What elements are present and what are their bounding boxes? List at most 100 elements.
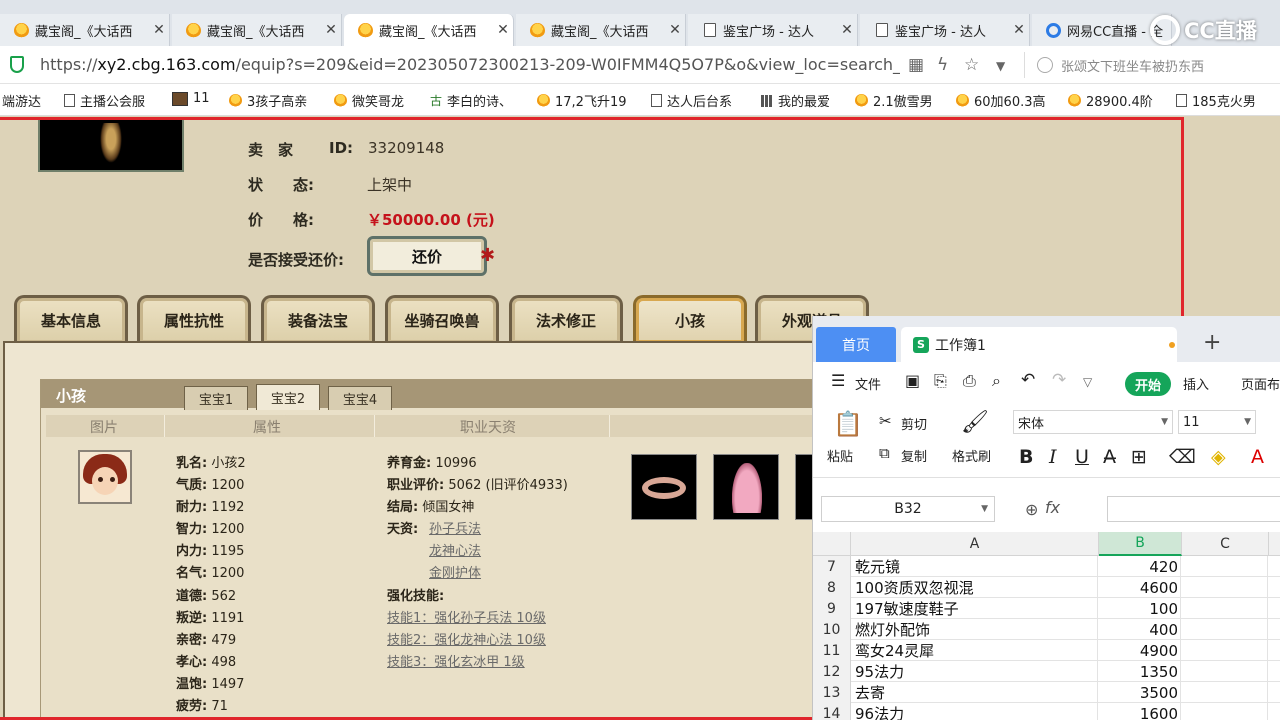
talent-link[interactable]: 孙子兵法 <box>429 518 481 537</box>
talent-link[interactable]: 龙神心法 <box>429 540 481 559</box>
zoom-search-icon[interactable]: ⊕ <box>1025 500 1038 519</box>
print-icon[interactable]: ⎙ <box>963 371 976 391</box>
print-preview-icon[interactable]: ⌕ <box>992 371 1001 391</box>
save-icon[interactable]: ▣ <box>905 371 920 390</box>
cell-b[interactable]: 1350 <box>1099 661 1181 682</box>
tab-child[interactable]: 小孩 <box>633 295 747 343</box>
tab-close-icon[interactable]: ✕ <box>321 22 341 38</box>
erase-icon[interactable]: ⌫ <box>1169 446 1196 468</box>
cell-b[interactable]: 3500 <box>1099 682 1181 703</box>
cut-button[interactable]: 剪切 <box>901 414 927 433</box>
subtab-baby2[interactable]: 宝宝2 <box>256 384 320 410</box>
italic-button[interactable]: I <box>1049 446 1057 468</box>
menu-page-layout[interactable]: 页面布 <box>1241 374 1280 393</box>
bookmark-item[interactable]: 主播公会服 <box>64 91 145 110</box>
tab-spells[interactable]: 法术修正 <box>509 295 623 343</box>
cell-b[interactable]: 400 <box>1099 619 1181 640</box>
cell-c[interactable] <box>1182 640 1268 661</box>
tab-basic-info[interactable]: 基本信息 <box>14 295 128 343</box>
bookmark-item[interactable]: 端游达 <box>2 91 41 110</box>
qr-code-icon[interactable]: ▦ <box>908 55 924 75</box>
cell-b[interactable]: 1600 <box>1099 703 1181 720</box>
bold-button[interactable]: B <box>1019 446 1033 468</box>
formula-bar-input[interactable] <box>1107 496 1280 522</box>
talent-link[interactable]: 金刚护体 <box>429 562 481 581</box>
browser-tab[interactable]: 藏宝阁_《大话西 ✕ <box>516 14 686 46</box>
cell-a[interactable]: 去寄 <box>853 682 1098 703</box>
font-family-select[interactable]: 宋体 ▼ <box>1013 410 1173 434</box>
browser-tab[interactable]: 藏宝阁_《大话西 ✕ <box>172 14 342 46</box>
bookmark-item[interactable]: 3孩子高亲 <box>229 91 307 110</box>
bookmark-item[interactable]: 微笑哥龙 <box>334 91 404 110</box>
column-header-c[interactable]: C <box>1182 532 1269 556</box>
row-number[interactable]: 14 <box>813 703 851 720</box>
cell-a[interactable]: 鸾女24灵犀 <box>853 640 1098 661</box>
cell-c[interactable] <box>1182 577 1268 598</box>
select-all-corner[interactable] <box>813 532 851 556</box>
url-field[interactable]: https://xy2.cbg.163.com/equip?s=209&eid=… <box>40 55 900 74</box>
cell-a[interactable]: 95法力 <box>853 661 1098 682</box>
tab-mounts[interactable]: 坐骑召唤兽 <box>385 295 499 343</box>
undo-icon[interactable]: ↶ <box>1021 370 1035 390</box>
bookmark-item[interactable]: 28900.4阶 <box>1068 91 1153 110</box>
enhance-skill-link[interactable]: 技能3：强化玄冰甲 1级 <box>387 651 525 670</box>
browser-tab[interactable]: 鉴宝广场 - 达人 ✕ <box>860 14 1030 46</box>
cell-b[interactable]: 100 <box>1099 598 1181 619</box>
lightning-icon[interactable]: ϟ <box>937 55 948 75</box>
export-pdf-icon[interactable]: ⎘ <box>934 371 947 391</box>
font-color-icon[interactable]: A <box>1251 446 1264 468</box>
strikethrough-icon[interactable]: A̶ <box>1103 446 1116 468</box>
bookmark-item[interactable]: 185克火男 <box>1176 91 1256 110</box>
tab-close-icon[interactable]: ✕ <box>493 22 513 38</box>
browser-tab-active[interactable]: 藏宝阁_《大话西 ✕ <box>344 14 514 46</box>
row-number[interactable]: 10 <box>813 619 851 640</box>
cell-a[interactable]: 乾元镜 <box>853 556 1098 577</box>
font-size-select[interactable]: 11 ▼ <box>1178 410 1256 434</box>
row-number[interactable]: 13 <box>813 682 851 703</box>
row-number[interactable]: 7 <box>813 556 851 577</box>
secure-shield-icon[interactable] <box>10 56 24 73</box>
cell-a[interactable]: 96法力 <box>853 703 1098 720</box>
borders-icon[interactable]: ⊞ <box>1131 446 1147 468</box>
cell-a[interactable]: 燃灯外配饰 <box>853 619 1098 640</box>
subtab-baby4[interactable]: 宝宝4 <box>328 386 392 410</box>
bookmark-item[interactable]: 17,2飞升19 <box>537 91 627 110</box>
menu-insert[interactable]: 插入 <box>1183 374 1209 393</box>
menu-start[interactable]: 开始 <box>1125 372 1171 396</box>
cell-c[interactable] <box>1182 703 1268 720</box>
format-painter-button[interactable]: 格式刷 <box>952 446 991 465</box>
cell-c[interactable] <box>1182 598 1268 619</box>
star-bookmark-icon[interactable]: ☆ <box>964 55 979 75</box>
bookmark-item[interactable]: 2.1傲雪男 <box>855 91 933 110</box>
row-number[interactable]: 12 <box>813 661 851 682</box>
item-image-wreath[interactable] <box>631 454 697 520</box>
copy-button[interactable]: 复制 <box>901 446 927 465</box>
wps-home-tab[interactable]: 首页 <box>816 327 896 362</box>
tab-close-icon[interactable]: ✕ <box>837 22 857 38</box>
bookmark-item[interactable]: 11 <box>172 91 210 106</box>
column-header-a[interactable]: A <box>851 532 1099 556</box>
counter-offer-button[interactable]: 还价 <box>367 236 487 276</box>
subtab-baby1[interactable]: 宝宝1 <box>184 386 248 410</box>
cell-a[interactable]: 100资质双忽视混 <box>853 577 1098 598</box>
bookmark-item[interactable]: 我的最爱 <box>761 91 830 110</box>
paste-icon[interactable]: 📋 <box>833 410 863 438</box>
hamburger-icon[interactable]: ☰ <box>831 371 845 390</box>
row-number[interactable]: 9 <box>813 598 851 619</box>
row-number[interactable]: 11 <box>813 640 851 661</box>
menu-file[interactable]: 文件 <box>855 374 881 393</box>
enhance-skill-link[interactable]: 技能1：强化孙子兵法 10级 <box>387 607 546 626</box>
cell-c[interactable] <box>1182 682 1268 703</box>
chevron-down-icon[interactable]: ▼ <box>996 59 1005 73</box>
browser-tab[interactable]: 鉴宝广场 - 达人 ✕ <box>688 14 858 46</box>
wps-workbook-tab[interactable]: S 工作簿1 <box>901 327 1177 362</box>
tab-close-icon[interactable]: ✕ <box>149 22 169 38</box>
name-box[interactable]: B32 ▼ <box>821 496 995 522</box>
item-image-dress[interactable] <box>713 454 779 520</box>
cell-b[interactable]: 420 <box>1099 556 1181 577</box>
new-tab-plus-icon[interactable]: + <box>1203 330 1221 355</box>
bookmark-item[interactable]: 60加60.3高 <box>956 91 1046 110</box>
tab-close-icon[interactable]: ✕ <box>1009 22 1029 38</box>
fill-color-icon[interactable]: ◈ <box>1211 446 1226 468</box>
redo-icon[interactable]: ↷ <box>1052 370 1066 390</box>
